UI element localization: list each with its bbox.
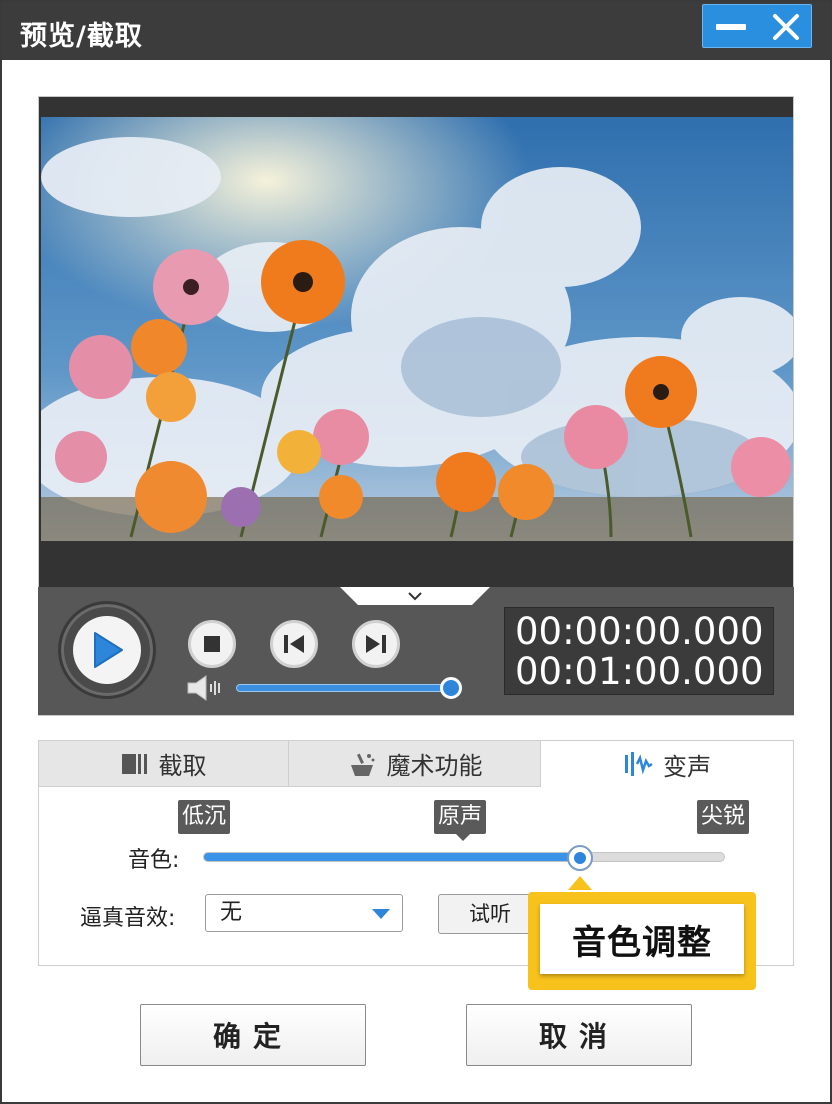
close-icon (772, 14, 799, 40)
marker-sharp: 尖锐 (697, 800, 750, 834)
stop-button[interactable] (188, 620, 236, 668)
step-forward-icon (366, 635, 386, 653)
title-bar[interactable]: 预览/截取 (2, 2, 830, 60)
tab-voice-change[interactable]: 变声 (541, 741, 793, 787)
collapse-toggle[interactable] (340, 587, 490, 605)
window-controls (702, 4, 812, 48)
volume-slider[interactable] (236, 684, 452, 692)
tab-cut[interactable]: 截取 (39, 741, 289, 787)
effect-select-value: 无 (220, 900, 243, 925)
next-frame-button[interactable] (352, 620, 400, 668)
stop-icon (204, 636, 220, 652)
marker-low: 低沉 (178, 800, 231, 834)
effect-select[interactable]: 无 (205, 894, 403, 932)
minimize-icon (715, 24, 746, 30)
tone-label: 音色: (128, 848, 180, 873)
total-time: 00:01:00.000 (515, 650, 764, 693)
tone-slider-fill (204, 853, 589, 861)
play-button-face[interactable] (73, 616, 141, 684)
sound-wave-icon (625, 752, 653, 776)
tab-magic[interactable]: 魔术功能 (289, 741, 541, 787)
confirm-button[interactable]: 确定 (140, 1004, 366, 1066)
tab-magic-label: 魔术功能 (386, 752, 483, 780)
callout-pointer (568, 876, 592, 890)
volume-icon[interactable] (186, 675, 226, 701)
video-frame-image (41, 117, 793, 541)
chevron-down-icon (408, 592, 422, 601)
annotation-text: 音色调整 (540, 904, 744, 974)
play-icon (94, 632, 123, 668)
minimize-button[interactable] (703, 5, 758, 49)
window-title: 预览/截取 (20, 21, 143, 52)
effect-label: 逼真音效: (80, 906, 176, 931)
time-display: 00:00:00.000 00:01:00.000 (504, 607, 774, 695)
marker-original: 原声 (434, 800, 487, 841)
previous-frame-button[interactable] (270, 620, 318, 668)
tone-slider[interactable] (203, 852, 725, 862)
cut-icon (121, 753, 147, 774)
tone-slider-handle[interactable] (567, 845, 593, 871)
annotation-callout: 音色调整 (528, 892, 756, 990)
play-button[interactable] (58, 601, 156, 699)
dropdown-arrow-icon (372, 909, 390, 919)
magic-wand-icon (350, 753, 374, 776)
tab-cut-label: 截取 (158, 752, 207, 780)
player-controls: 00:00:00.000 00:01:00.000 (38, 587, 794, 715)
cancel-button[interactable]: 取消 (466, 1004, 692, 1066)
video-preview (41, 117, 793, 541)
current-time: 00:00:00.000 (515, 610, 764, 653)
tab-voice-label: 变声 (663, 752, 711, 781)
close-button[interactable] (758, 5, 813, 49)
step-back-icon (284, 635, 304, 653)
volume-handle[interactable] (440, 677, 462, 699)
